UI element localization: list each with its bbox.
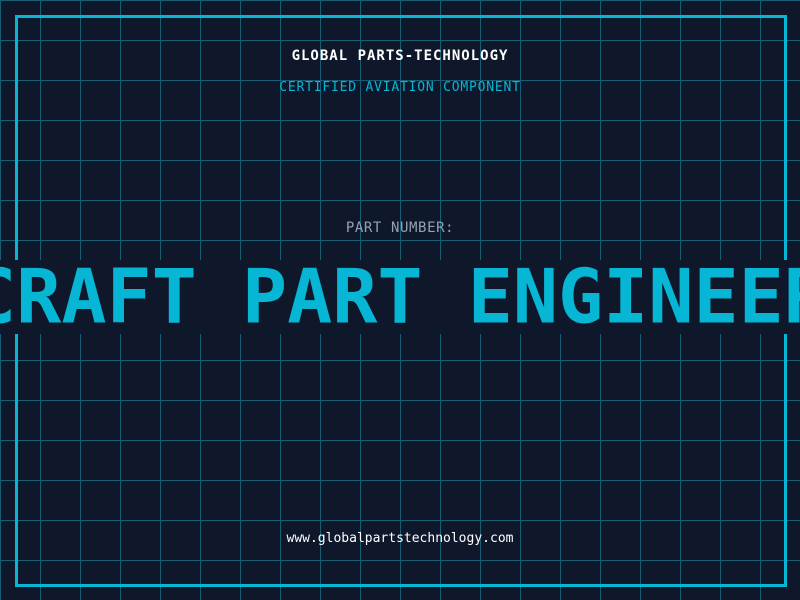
brand-tagline: CERTIFIED AVIATION COMPONENT: [279, 80, 521, 95]
part-number-value: AIRCRAFT PART ENGINEERING: [0, 260, 800, 334]
part-number-band: AIRCRAFT PART ENGINEERING: [0, 260, 800, 334]
brand-title: GLOBAL PARTS-TECHNOLOGY: [291, 48, 509, 64]
part-number-label: PART NUMBER:: [345, 220, 455, 236]
website-url: www.globalpartstechnology.com: [286, 531, 514, 546]
